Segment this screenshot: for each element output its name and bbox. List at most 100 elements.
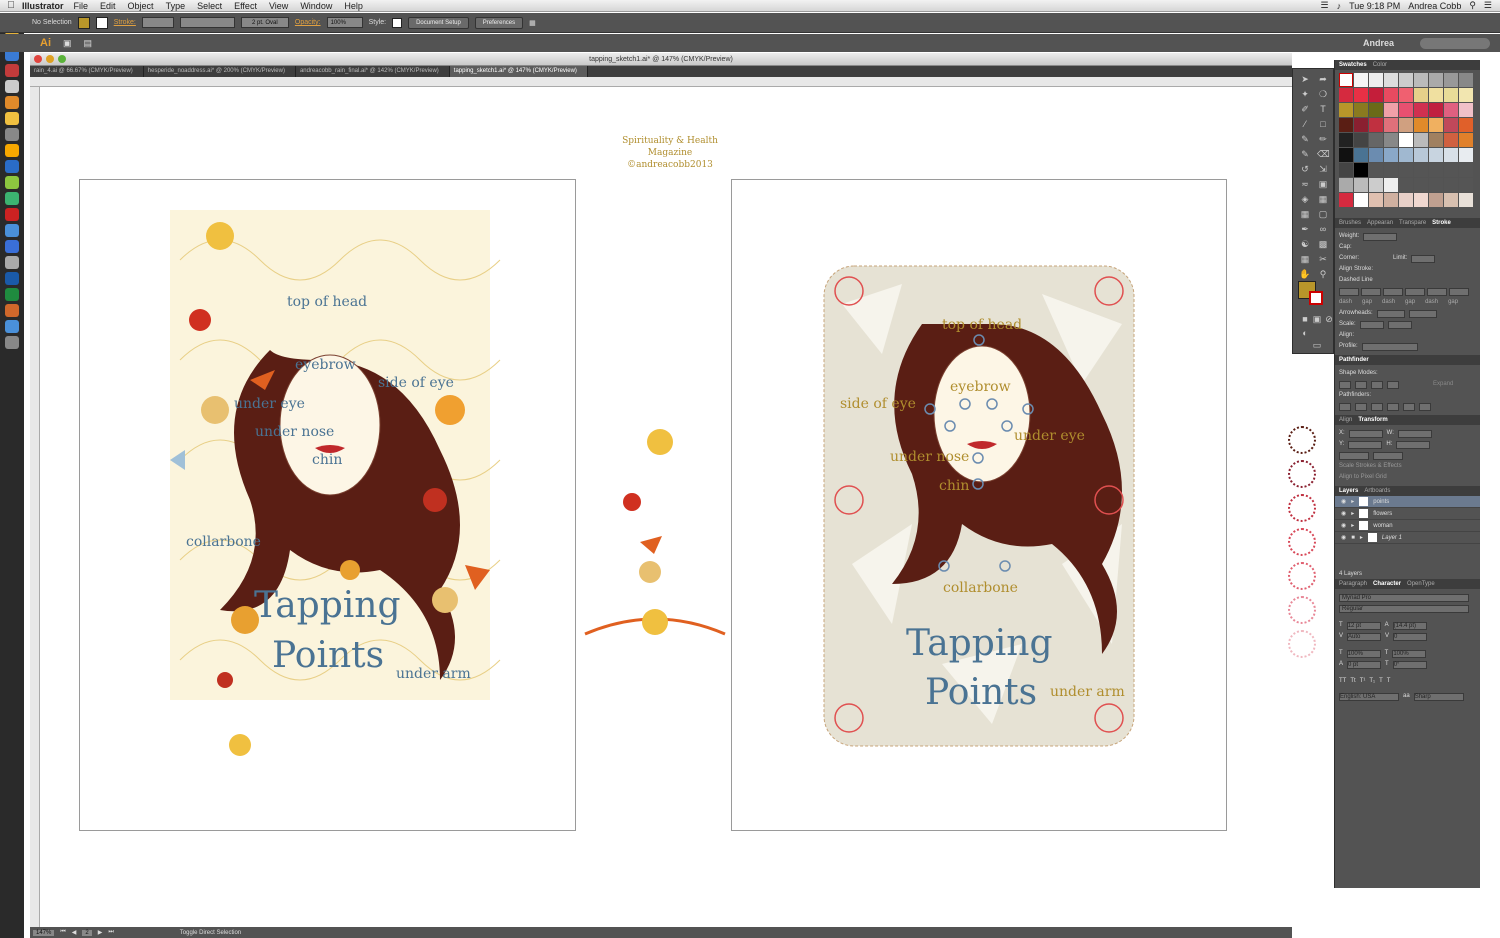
swatch[interactable] — [1384, 178, 1398, 192]
swatch[interactable] — [1339, 73, 1353, 87]
symbol-sprayer-tool-icon[interactable]: ☯ — [1299, 238, 1311, 250]
tab-appearance[interactable]: Appearan — [1367, 218, 1393, 228]
opacity-field[interactable]: 100% — [326, 17, 363, 28]
direct-selection-tool-icon[interactable]: ➦ — [1317, 73, 1329, 85]
brush-field[interactable]: 2 pt. Oval — [240, 17, 289, 28]
swatch[interactable] — [1399, 148, 1413, 162]
clock[interactable]: Tue 9:18 PM — [1349, 1, 1400, 11]
gradient-tool-icon[interactable]: ▢ — [1317, 208, 1329, 220]
ornament[interactable] — [1288, 426, 1316, 454]
swatch[interactable] — [1414, 193, 1428, 207]
utility-icon[interactable] — [5, 256, 19, 269]
exclude-button[interactable] — [1387, 380, 1399, 389]
baseline-field[interactable]: 0 pt — [1347, 660, 1382, 669]
point-label-collarbone[interactable]: collarbone — [186, 534, 261, 550]
swatch[interactable] — [1384, 103, 1398, 117]
graph-tool-icon[interactable]: ▩ — [1317, 238, 1329, 250]
preferences-button[interactable]: Preferences — [474, 16, 524, 29]
eye-icon[interactable]: ◉ — [1341, 522, 1346, 529]
swatch[interactable] — [1444, 73, 1458, 87]
menu-type[interactable]: Type — [166, 1, 186, 11]
zoom-tool-icon[interactable]: ⚲ — [1317, 268, 1329, 280]
user-name[interactable]: Andrea Cobb — [1408, 1, 1461, 11]
pencil-tool-icon[interactable]: ✏ — [1317, 133, 1329, 145]
swatch[interactable] — [1414, 103, 1428, 117]
text-edit-icon[interactable] — [5, 80, 19, 93]
dash-field[interactable] — [1427, 287, 1447, 296]
dash-field[interactable] — [1339, 287, 1359, 296]
screen-mode-icon[interactable]: ▭ — [1311, 339, 1323, 351]
lock-icon[interactable]: ■ — [1351, 535, 1355, 541]
volume-icon[interactable]: ♪ — [1337, 1, 1342, 11]
swatch[interactable] — [1339, 133, 1353, 147]
stroke-label[interactable]: Stroke: — [114, 19, 136, 26]
menu-select[interactable]: Select — [197, 1, 222, 11]
ornament[interactable] — [1288, 630, 1316, 658]
layer-name[interactable]: Layer 1 — [1382, 535, 1402, 541]
artboard-tool-icon[interactable]: ▦ — [1299, 253, 1311, 265]
swatch[interactable] — [1354, 88, 1368, 102]
swatch[interactable] — [1414, 148, 1428, 162]
point-label-under-eye[interactable]: under eye — [1014, 428, 1085, 444]
swatch[interactable] — [1414, 88, 1428, 102]
menu-edit[interactable]: Edit — [100, 1, 116, 11]
arrowhead-start-select[interactable] — [1376, 309, 1405, 318]
dreamweaver-icon[interactable] — [5, 176, 19, 189]
hand-tool-icon[interactable]: ✋ — [1299, 268, 1311, 280]
swatch[interactable] — [1399, 88, 1413, 102]
rectangle-tool-icon[interactable]: □ — [1317, 118, 1329, 130]
menu-object[interactable]: Object — [128, 1, 154, 11]
swatch[interactable] — [1354, 148, 1368, 162]
free-transform-tool-icon[interactable]: ▣ — [1317, 178, 1329, 190]
point-label-eyebrow[interactable]: eyebrow — [950, 379, 1011, 395]
swatch[interactable] — [1429, 88, 1443, 102]
bridge-icon[interactable]: ▣ — [63, 38, 72, 49]
layer-name[interactable]: woman — [1373, 523, 1392, 529]
swatch[interactable] — [1384, 163, 1398, 177]
subscript-icon[interactable]: T₁ — [1369, 677, 1375, 686]
swatch[interactable] — [1399, 73, 1413, 87]
tab-paragraph[interactable]: Paragraph — [1339, 579, 1367, 589]
swatch[interactable] — [1444, 118, 1458, 132]
tab-align[interactable]: Align — [1339, 415, 1352, 425]
swatch[interactable] — [1354, 193, 1368, 207]
photoshop-icon[interactable] — [5, 160, 19, 173]
horizontal-scale-field[interactable]: 100% — [1392, 649, 1427, 658]
ornament[interactable] — [1288, 596, 1316, 624]
close-window-button[interactable] — [34, 55, 42, 63]
magic-wand-tool-icon[interactable]: ✦ — [1299, 88, 1311, 100]
layer-name[interactable]: points — [1373, 499, 1389, 505]
calendar-icon[interactable] — [5, 64, 19, 77]
swatch[interactable] — [1459, 88, 1473, 102]
swatch[interactable] — [1414, 118, 1428, 132]
point-label-under-arm[interactable]: under arm — [1050, 684, 1125, 700]
point-label-under-arm[interactable]: under arm — [396, 666, 471, 682]
minus-back-button[interactable] — [1419, 402, 1431, 411]
expand-arrow-icon[interactable]: ▸ — [1351, 522, 1354, 529]
swatch[interactable] — [1399, 133, 1413, 147]
blend-tool-icon[interactable]: ∞ — [1317, 223, 1329, 235]
first-artboard-icon[interactable]: ⏮ — [60, 929, 65, 936]
search-field[interactable] — [1420, 37, 1490, 49]
swatch[interactable] — [1339, 193, 1353, 207]
swatch[interactable] — [1429, 73, 1443, 87]
workspace-switcher[interactable]: Andrea — [1363, 38, 1394, 48]
menu-view[interactable]: View — [269, 1, 288, 11]
scale-end-field[interactable] — [1387, 320, 1412, 329]
swatch[interactable] — [1429, 163, 1443, 177]
swatch[interactable] — [1429, 118, 1443, 132]
kerning-field[interactable]: Auto — [1347, 632, 1382, 641]
variable-width-field[interactable] — [179, 17, 235, 28]
artboard-number-field[interactable]: 2 — [82, 929, 92, 936]
point-label-side-of-eye[interactable]: side of eye — [840, 396, 916, 412]
folder-icon[interactable] — [5, 96, 19, 109]
swatch[interactable] — [1399, 118, 1413, 132]
stroke-color-box[interactable] — [1309, 291, 1323, 305]
fill-swatch[interactable] — [77, 16, 90, 29]
layer-name[interactable]: flowers — [1373, 511, 1392, 517]
stroke-weight-field[interactable] — [141, 17, 174, 28]
y-field[interactable] — [1348, 440, 1383, 449]
swatch[interactable] — [1354, 163, 1368, 177]
menu-window[interactable]: Window — [300, 1, 332, 11]
trim-button[interactable] — [1355, 402, 1367, 411]
